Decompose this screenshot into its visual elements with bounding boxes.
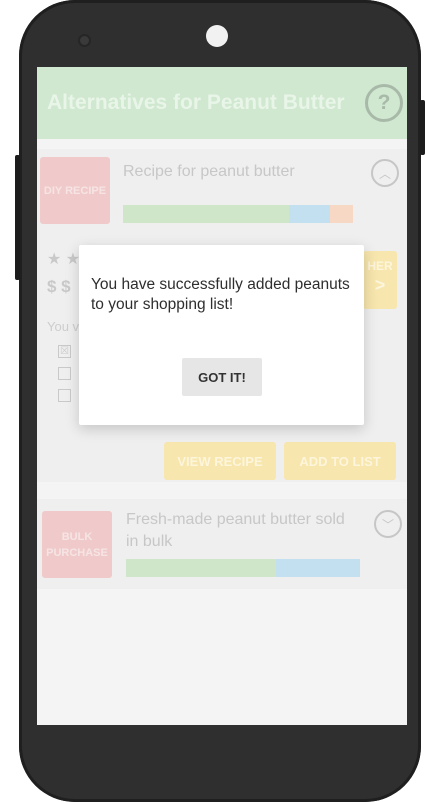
view-recipe-button[interactable]: VIEW RECIPE — [164, 442, 276, 480]
bar-segment-green — [126, 559, 276, 577]
card-description: Recipe for peanut butter — [123, 163, 295, 180]
sensor-icon — [80, 36, 89, 45]
app-bar: Alternatives for Peanut Butter ? — [37, 67, 407, 139]
app-screen: Alternatives for Peanut Butter ? DIY REC… — [37, 67, 407, 725]
alternative-card-bulk[interactable]: BULK PURCHASE Fresh-made peanut butter s… — [37, 499, 407, 589]
page-title: Alternatives for Peanut Butter — [47, 91, 345, 114]
got-it-button[interactable]: GOT IT! — [182, 358, 262, 396]
phone-side-button-right — [420, 100, 425, 155]
bar-segment-orange — [329, 205, 353, 223]
chevron-right-icon: > — [374, 275, 386, 295]
bar-segment-blue — [288, 205, 330, 223]
checkbox-checked[interactable]: ☒ — [58, 345, 71, 358]
dialog-message: You have successfully added peanuts to y… — [91, 276, 350, 313]
bar-segment-blue — [275, 559, 360, 577]
price-level: $ $ — [47, 277, 71, 296]
bulk-purchase-tag: BULK PURCHASE — [42, 511, 112, 578]
success-dialog: You have successfully added peanuts to y… — [79, 245, 364, 425]
other-options-button[interactable]: HER > — [363, 251, 397, 309]
chevron-up-icon[interactable]: ︿ — [371, 159, 399, 187]
add-to-list-button[interactable]: ADD TO LIST — [284, 442, 396, 480]
diy-recipe-tag: DIY RECIPE — [40, 157, 110, 224]
phone-side-button-left — [15, 155, 20, 280]
card-description: Fresh-made peanut butter sold in bulk — [126, 511, 345, 550]
camera-icon — [206, 25, 228, 47]
partial-text: You v — [47, 319, 80, 334]
chevron-down-icon[interactable]: ﹀ — [374, 510, 402, 538]
bar-segment-green — [123, 205, 289, 223]
rating-stars: ★ ★ — [47, 251, 81, 268]
nutrition-bar — [126, 559, 360, 577]
other-button-label: HER — [367, 259, 393, 273]
nutrition-bar — [123, 205, 353, 223]
help-circle-icon[interactable]: ? — [365, 84, 403, 122]
checkbox[interactable] — [58, 367, 71, 380]
checkbox[interactable] — [58, 389, 71, 402]
